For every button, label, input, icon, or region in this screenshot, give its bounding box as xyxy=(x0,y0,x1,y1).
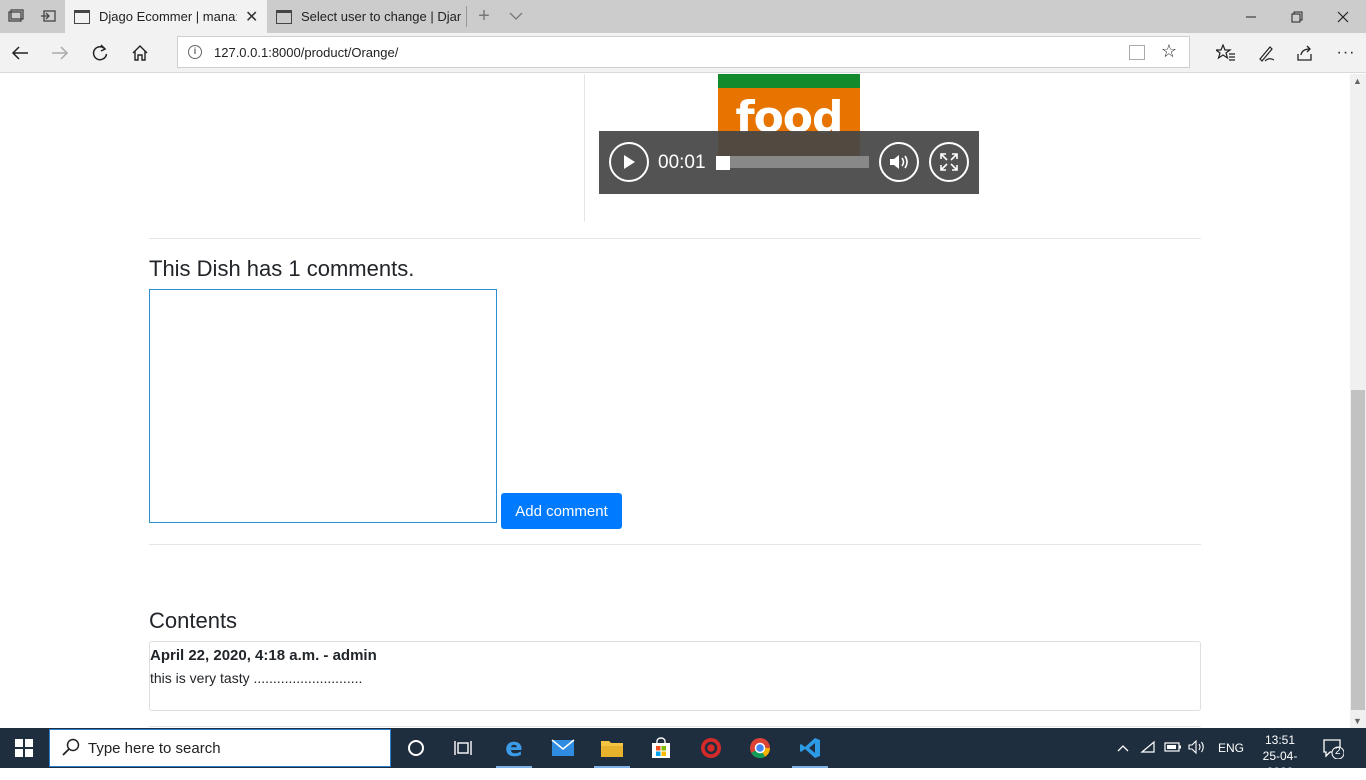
cortana-icon xyxy=(408,740,424,756)
page-content: food 00:01 This Dish has 1 comments. Add… xyxy=(0,74,1350,728)
fullscreen-icon xyxy=(940,153,958,171)
close-tab-icon[interactable]: ✕ xyxy=(245,7,258,27)
restore-button[interactable] xyxy=(1274,0,1320,33)
taskbar-app-red[interactable] xyxy=(687,728,735,768)
taskbar-file-explorer[interactable] xyxy=(588,728,636,768)
tab-strip: Djago Ecommer | mana: ✕ Select user to c… xyxy=(0,0,1366,33)
clock[interactable]: 13:51 25-04-2020 xyxy=(1250,732,1310,780)
tab-django-ecommerce[interactable]: Djago Ecommer | mana: ✕ xyxy=(65,0,267,33)
video-controls: 00:01 xyxy=(599,131,979,194)
play-icon xyxy=(624,155,635,169)
taskbar-chrome[interactable] xyxy=(736,728,784,768)
clock-time: 13:51 xyxy=(1264,733,1296,747)
mail-icon xyxy=(551,739,575,756)
tab-select-user[interactable]: Select user to change | Djan xyxy=(267,0,467,33)
tab-title: Djago Ecommer | mana: xyxy=(99,9,237,24)
divider xyxy=(149,238,1201,239)
add-comment-button[interactable]: Add comment xyxy=(501,493,622,529)
back-button[interactable] xyxy=(8,41,32,65)
comment-meta: April 22, 2020, 4:18 a.m. - admin xyxy=(150,647,377,664)
vertical-scrollbar[interactable]: ▲ ▼ xyxy=(1350,74,1366,728)
start-button[interactable] xyxy=(0,728,48,768)
search-placeholder: Type here to search xyxy=(88,740,221,757)
more-menu-icon[interactable]: ··· xyxy=(1334,41,1358,65)
task-view-icon xyxy=(454,741,472,755)
speaker-icon xyxy=(890,155,908,169)
comment-text: this is very tasty .....................… xyxy=(150,670,363,686)
pen-notes-icon[interactable] xyxy=(1254,41,1278,65)
tab-divider xyxy=(466,6,467,27)
notification-count: 2 xyxy=(1335,746,1341,757)
windows-logo-icon xyxy=(15,739,33,757)
address-url[interactable]: 127.0.0.1:8000/product/Orange/ xyxy=(214,45,398,60)
taskbar: Type here to search e ENG 13:51 25-04-20… xyxy=(0,728,1366,779)
clock-date: 25-04-2020 xyxy=(1262,749,1298,779)
home-button[interactable] xyxy=(128,41,152,65)
forward-button[interactable] xyxy=(48,41,72,65)
tab-preview-chevron-icon[interactable] xyxy=(508,8,524,24)
page-icon xyxy=(74,9,90,24)
action-center-button[interactable]: 2 xyxy=(1322,737,1345,760)
close-window-button[interactable] xyxy=(1320,0,1366,33)
address-bar[interactable]: i 127.0.0.1:8000/product/Orange/ ☆ xyxy=(177,36,1190,68)
scroll-thumb[interactable] xyxy=(1351,390,1365,710)
page-icon xyxy=(276,9,292,24)
network-icon[interactable] xyxy=(1140,740,1156,757)
battery-icon[interactable] xyxy=(1164,741,1182,756)
show-hidden-icons-chevron-icon[interactable] xyxy=(1114,741,1132,755)
fullscreen-button[interactable] xyxy=(929,142,969,182)
divider xyxy=(149,544,1201,545)
minimize-button[interactable] xyxy=(1228,0,1274,33)
taskbar-edge[interactable]: e xyxy=(490,728,538,768)
reading-view-icon[interactable] xyxy=(1129,45,1145,60)
navigation-bar: i 127.0.0.1:8000/product/Orange/ ☆ ··· xyxy=(0,33,1366,73)
taskbar-mail[interactable] xyxy=(539,728,587,768)
comment-card: April 22, 2020, 4:18 a.m. - admin this i… xyxy=(149,641,1201,711)
folder-icon xyxy=(601,741,623,757)
scroll-up-arrow-icon[interactable]: ▲ xyxy=(1353,76,1362,86)
chrome-icon xyxy=(750,738,771,759)
vscode-icon xyxy=(800,738,820,758)
taskbar-vscode[interactable] xyxy=(786,728,834,768)
scroll-down-arrow-icon[interactable]: ▼ xyxy=(1353,716,1362,726)
poster-stripe xyxy=(718,74,860,88)
refresh-button[interactable] xyxy=(88,41,112,65)
column-divider xyxy=(584,74,585,222)
taskbar-search-box[interactable]: Type here to search xyxy=(49,729,391,767)
seek-thumb[interactable] xyxy=(716,156,730,170)
video-seek-bar[interactable] xyxy=(716,156,869,170)
edge-icon: e xyxy=(505,733,523,763)
favorites-icon[interactable] xyxy=(1214,41,1238,65)
share-icon[interactable] xyxy=(1293,41,1317,65)
tab-group-icon[interactable] xyxy=(8,8,24,24)
comments-heading: This Dish has 1 comments. xyxy=(149,256,415,281)
comment-textarea[interactable] xyxy=(149,289,497,523)
favorite-star-icon[interactable]: ☆ xyxy=(1161,41,1177,62)
contents-heading: Contents xyxy=(149,608,238,633)
cortana-button[interactable] xyxy=(392,728,440,768)
new-tab-icon[interactable]: + xyxy=(476,6,492,26)
task-view-button[interactable] xyxy=(440,728,488,768)
language-indicator[interactable]: ENG xyxy=(1218,741,1244,755)
system-tray: ENG xyxy=(1114,728,1244,768)
store-icon xyxy=(652,737,670,758)
play-button[interactable] xyxy=(609,142,649,182)
volume-icon[interactable] xyxy=(1188,739,1206,757)
site-info-icon[interactable]: i xyxy=(188,45,202,59)
taskbar-store[interactable] xyxy=(637,728,685,768)
video-time: 00:01 xyxy=(658,152,706,173)
search-icon xyxy=(62,738,80,761)
divider xyxy=(149,726,1201,727)
gear-app-icon xyxy=(701,738,721,758)
video-player[interactable]: food 00:01 xyxy=(599,74,979,194)
set-aside-tabs-icon[interactable] xyxy=(40,8,56,24)
tab-title: Select user to change | Djan xyxy=(301,9,461,24)
volume-button[interactable] xyxy=(879,142,919,182)
